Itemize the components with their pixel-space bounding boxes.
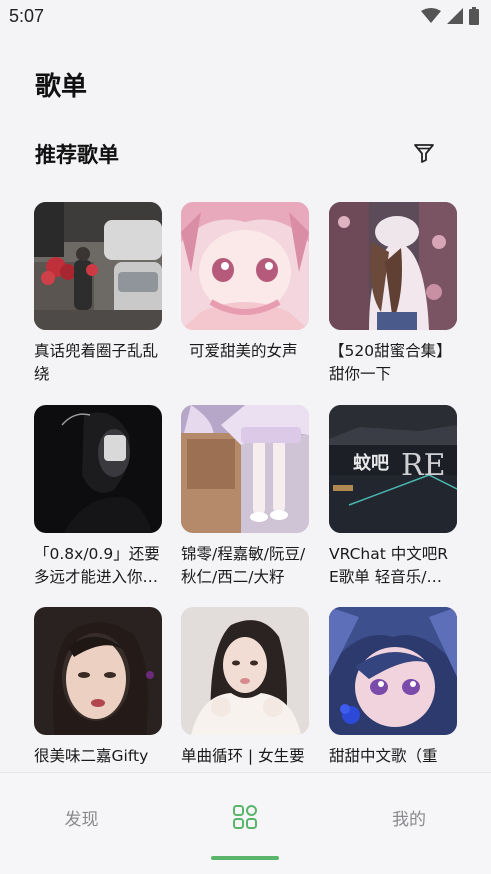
status-bar: 5:07	[0, 0, 491, 34]
playlist-cover: 蚊吧 RE	[329, 405, 457, 533]
filter-button[interactable]	[408, 137, 440, 169]
playlist-title: VRChat 中文吧RE歌单 轻音乐/古风	[329, 545, 449, 586]
cellular-signal-icon	[447, 8, 463, 24]
playlist-cover	[329, 202, 457, 330]
playlist-card[interactable]: 可爱甜美的女声	[181, 202, 309, 363]
playlist-title: 单曲循环 | 女生要	[181, 747, 305, 765]
playlist-title: 「0.8x/0.9」还要多远才能进入你的心	[34, 545, 160, 586]
playlist-card[interactable]: 【520甜蜜合集】甜你一下	[329, 202, 457, 386]
playlist-card[interactable]: 很美味二嘉Gifty	[34, 607, 162, 768]
playlist-title: 【520甜蜜合集】甜你一下	[329, 342, 452, 383]
active-tab-indicator	[211, 856, 279, 860]
screen: 5:07 歌单 推荐歌单 真话兜着圈子乱乱绕 可爱甜美的女声 【520甜蜜合集】…	[0, 0, 491, 874]
bottom-nav: 发现 我的	[0, 772, 491, 874]
svg-text:RE: RE	[401, 448, 446, 483]
section-header: 推荐歌单	[35, 137, 440, 169]
tab-playlists[interactable]	[163, 773, 327, 861]
playlist-card[interactable]: 甜甜中文歌（重	[329, 607, 457, 768]
grid-icon	[233, 805, 257, 829]
section-title: 推荐歌单	[35, 143, 119, 167]
filter-icon	[414, 144, 434, 163]
playlist-card[interactable]: 单曲循环 | 女生要	[181, 607, 309, 768]
playlist-cover	[34, 202, 162, 330]
wifi-icon	[421, 8, 441, 24]
tab-discover-label: 发现	[64, 809, 99, 830]
playlist-title: 锦零/程嘉敏/阮豆/秋仁/西二/大籽	[181, 545, 306, 586]
playlist-cover	[329, 607, 457, 735]
battery-icon	[469, 7, 479, 25]
tab-mine-label: 我的	[392, 809, 426, 830]
playlist-title: 很美味二嘉Gifty	[34, 747, 149, 765]
playlist-cover	[34, 405, 162, 533]
playlist-card[interactable]: 「0.8x/0.9」还要多远才能进入你的心	[34, 405, 162, 589]
playlist-cover	[34, 607, 162, 735]
playlist-cover	[181, 405, 309, 533]
playlist-title: 可爱甜美的女声	[189, 342, 298, 360]
status-time: 5:07	[9, 6, 45, 26]
tab-discover[interactable]: 发现	[0, 773, 163, 861]
playlist-card[interactable]: 真话兜着圈子乱乱绕	[34, 202, 162, 386]
status-icons	[421, 7, 479, 25]
playlist-card[interactable]: 蚊吧 RE VRChat 中文吧RE歌单 轻音乐/古风	[329, 405, 457, 589]
playlist-card[interactable]: 锦零/程嘉敏/阮豆/秋仁/西二/大籽	[181, 405, 309, 589]
playlist-title: 真话兜着圈子乱乱绕	[34, 342, 159, 383]
page-title: 歌单	[35, 72, 88, 102]
tab-mine[interactable]: 我的	[327, 773, 491, 861]
playlist-cover	[181, 202, 309, 330]
svg-text:蚊吧: 蚊吧	[353, 452, 389, 474]
playlist-cover	[181, 607, 309, 735]
playlist-title: 甜甜中文歌（重	[329, 747, 438, 765]
